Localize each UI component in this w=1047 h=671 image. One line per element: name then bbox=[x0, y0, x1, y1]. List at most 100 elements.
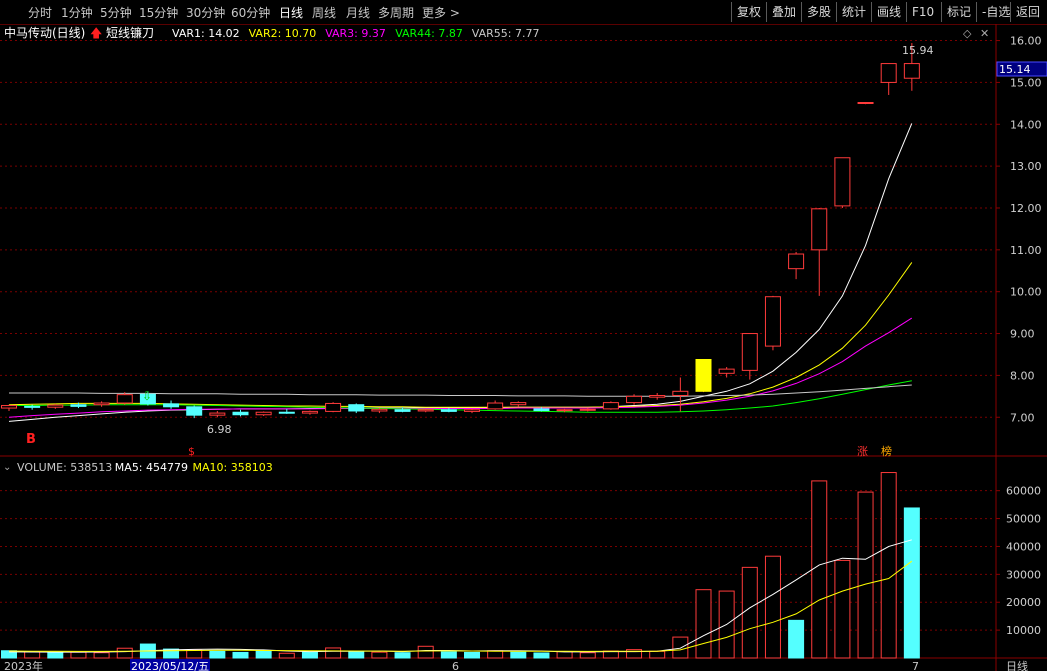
candle bbox=[533, 408, 550, 412]
volume-bar bbox=[487, 650, 504, 659]
candle bbox=[417, 409, 434, 412]
price-axis: 16.00 15.00 14.00 13.00 12.00 11.00 10.00 9.00 8… bbox=[996, 35, 1042, 637]
x-label-month-6: 6 bbox=[452, 660, 459, 671]
candle bbox=[880, 63, 897, 83]
volume-bar bbox=[255, 650, 272, 659]
x-label-year: 2023年 bbox=[4, 659, 43, 671]
candle bbox=[695, 358, 712, 392]
indicator-name: 短线镰刀 bbox=[106, 25, 154, 40]
period-tab-5[interactable]: 60分钟 bbox=[231, 4, 270, 21]
period-label: 日线 bbox=[1006, 659, 1028, 671]
y-tick-label: 15.00 bbox=[1010, 76, 1042, 89]
candle bbox=[510, 402, 527, 406]
high-price-label: 15.94 bbox=[902, 44, 934, 57]
volume-bar bbox=[440, 651, 457, 659]
candle bbox=[93, 402, 110, 406]
volume-bar bbox=[464, 651, 480, 659]
toolbar-button-8[interactable]: 返回 bbox=[1010, 2, 1045, 22]
candle bbox=[464, 409, 480, 412]
volume-bar bbox=[209, 650, 226, 659]
period-tab-7[interactable]: 周线 bbox=[312, 4, 336, 21]
period-tab-3[interactable]: 15分钟 bbox=[139, 4, 178, 21]
candle bbox=[24, 405, 41, 408]
indicator-value-var1: VAR1: 14.02 bbox=[172, 27, 240, 40]
candles bbox=[1, 43, 920, 419]
volume-bar bbox=[232, 651, 249, 659]
volume-bar bbox=[764, 555, 781, 659]
candle bbox=[487, 402, 504, 410]
candle bbox=[903, 63, 920, 79]
volume-bar bbox=[811, 480, 828, 659]
volume-tick-label: 20000 bbox=[1006, 596, 1041, 609]
volume-bar bbox=[116, 647, 133, 659]
volume-tick-label: 40000 bbox=[1006, 540, 1041, 553]
hot-list-badge: 榜 bbox=[881, 444, 892, 458]
toolbar-button-5[interactable]: F10 bbox=[906, 2, 939, 22]
toolbar-button-6[interactable]: 标记 bbox=[941, 2, 976, 22]
volume-value-volume: VOLUME: 538513 bbox=[17, 461, 112, 474]
candle bbox=[811, 208, 828, 251]
low-price-label: 6.98 bbox=[207, 423, 232, 436]
volume-bar bbox=[325, 647, 342, 659]
candle bbox=[626, 395, 643, 404]
volume-bar bbox=[93, 652, 110, 659]
toolbar-button-3[interactable]: 统计 bbox=[836, 2, 871, 22]
panel-controls[interactable]: ◇ ✕ bbox=[963, 27, 989, 40]
y-tick-label: 11.00 bbox=[1010, 244, 1042, 257]
candle bbox=[186, 406, 203, 416]
period-tab-4[interactable]: 30分钟 bbox=[186, 4, 225, 21]
y-tick-label: 9.00 bbox=[1010, 328, 1035, 341]
sell-marker: $ bbox=[188, 445, 195, 458]
toolbar: 分时 1分钟 5分钟 15分钟 30分钟 60分钟 日线 周线 月线 多周期 更多 > 复权 叠加 多股统… bbox=[0, 0, 1047, 25]
period-tab-0[interactable]: 分时 bbox=[28, 4, 52, 21]
toolbar-button-0[interactable]: 复权 bbox=[731, 2, 766, 22]
volume-value-ma10: MA10: 358103 bbox=[193, 461, 273, 474]
close-panel-icon[interactable]: ✕ bbox=[980, 27, 989, 40]
volume-bar bbox=[649, 650, 666, 659]
toolbar-button-1[interactable]: 叠加 bbox=[766, 2, 801, 22]
volume-bar bbox=[857, 491, 874, 659]
volume-toggle-icon[interactable]: ⌄ bbox=[3, 462, 11, 473]
period-tab-2[interactable]: 5分钟 bbox=[100, 4, 132, 21]
volume-bar bbox=[47, 652, 64, 659]
volume-values: VOLUME: 538513 MA5: 454779 MA10: 358103 bbox=[17, 461, 273, 474]
period-tab-10[interactable]: 更多 > bbox=[422, 4, 460, 21]
volume-value-ma5: MA5: 454779 bbox=[115, 461, 188, 474]
volume-bar bbox=[417, 645, 434, 659]
toolbar-button-2[interactable]: 多股 bbox=[801, 2, 836, 22]
candle bbox=[255, 411, 272, 416]
candle bbox=[325, 402, 342, 412]
limit-up-badge: 涨 bbox=[857, 445, 868, 458]
candle bbox=[371, 408, 388, 412]
y-tick-label: 14.00 bbox=[1010, 118, 1042, 131]
toolbar-button-4[interactable]: 画线 bbox=[871, 2, 906, 22]
candle bbox=[857, 102, 874, 105]
candle bbox=[278, 411, 295, 414]
diamond-icon[interactable]: ◇ bbox=[963, 27, 972, 40]
candle bbox=[70, 404, 87, 407]
chart-area: 16.00 15.00 14.00 13.00 12.00 11.00 10.00 9.00 8… bbox=[0, 24, 1047, 671]
candle bbox=[556, 409, 573, 412]
indicator-lines bbox=[8, 123, 913, 422]
line-var1 bbox=[8, 123, 913, 422]
volume-tick-label: 30000 bbox=[1006, 568, 1041, 581]
volume-bar bbox=[579, 652, 596, 659]
y-tick-label: 12.00 bbox=[1010, 202, 1042, 215]
buy-marker: B bbox=[26, 432, 36, 447]
period-tab-6[interactable]: 日线 bbox=[279, 4, 303, 21]
period-tab-1[interactable]: 1分钟 bbox=[61, 4, 93, 21]
period-tab-8[interactable]: 月线 bbox=[346, 4, 370, 21]
candle bbox=[301, 410, 318, 414]
volume-tick-label: 50000 bbox=[1006, 513, 1041, 526]
candle bbox=[834, 157, 851, 207]
period-tab-9[interactable]: 多周期 bbox=[378, 4, 414, 21]
y-tick-label: 10.00 bbox=[1010, 286, 1042, 299]
volume-bar bbox=[186, 649, 203, 659]
volume-bar bbox=[371, 651, 388, 659]
candle bbox=[764, 296, 781, 347]
candle bbox=[649, 394, 666, 398]
indicator-value-var2: VAR2: 10.70 bbox=[249, 27, 317, 40]
candle bbox=[579, 408, 596, 411]
volume-tick-label: 10000 bbox=[1006, 624, 1041, 637]
y-tick-label: 8.00 bbox=[1010, 369, 1035, 382]
